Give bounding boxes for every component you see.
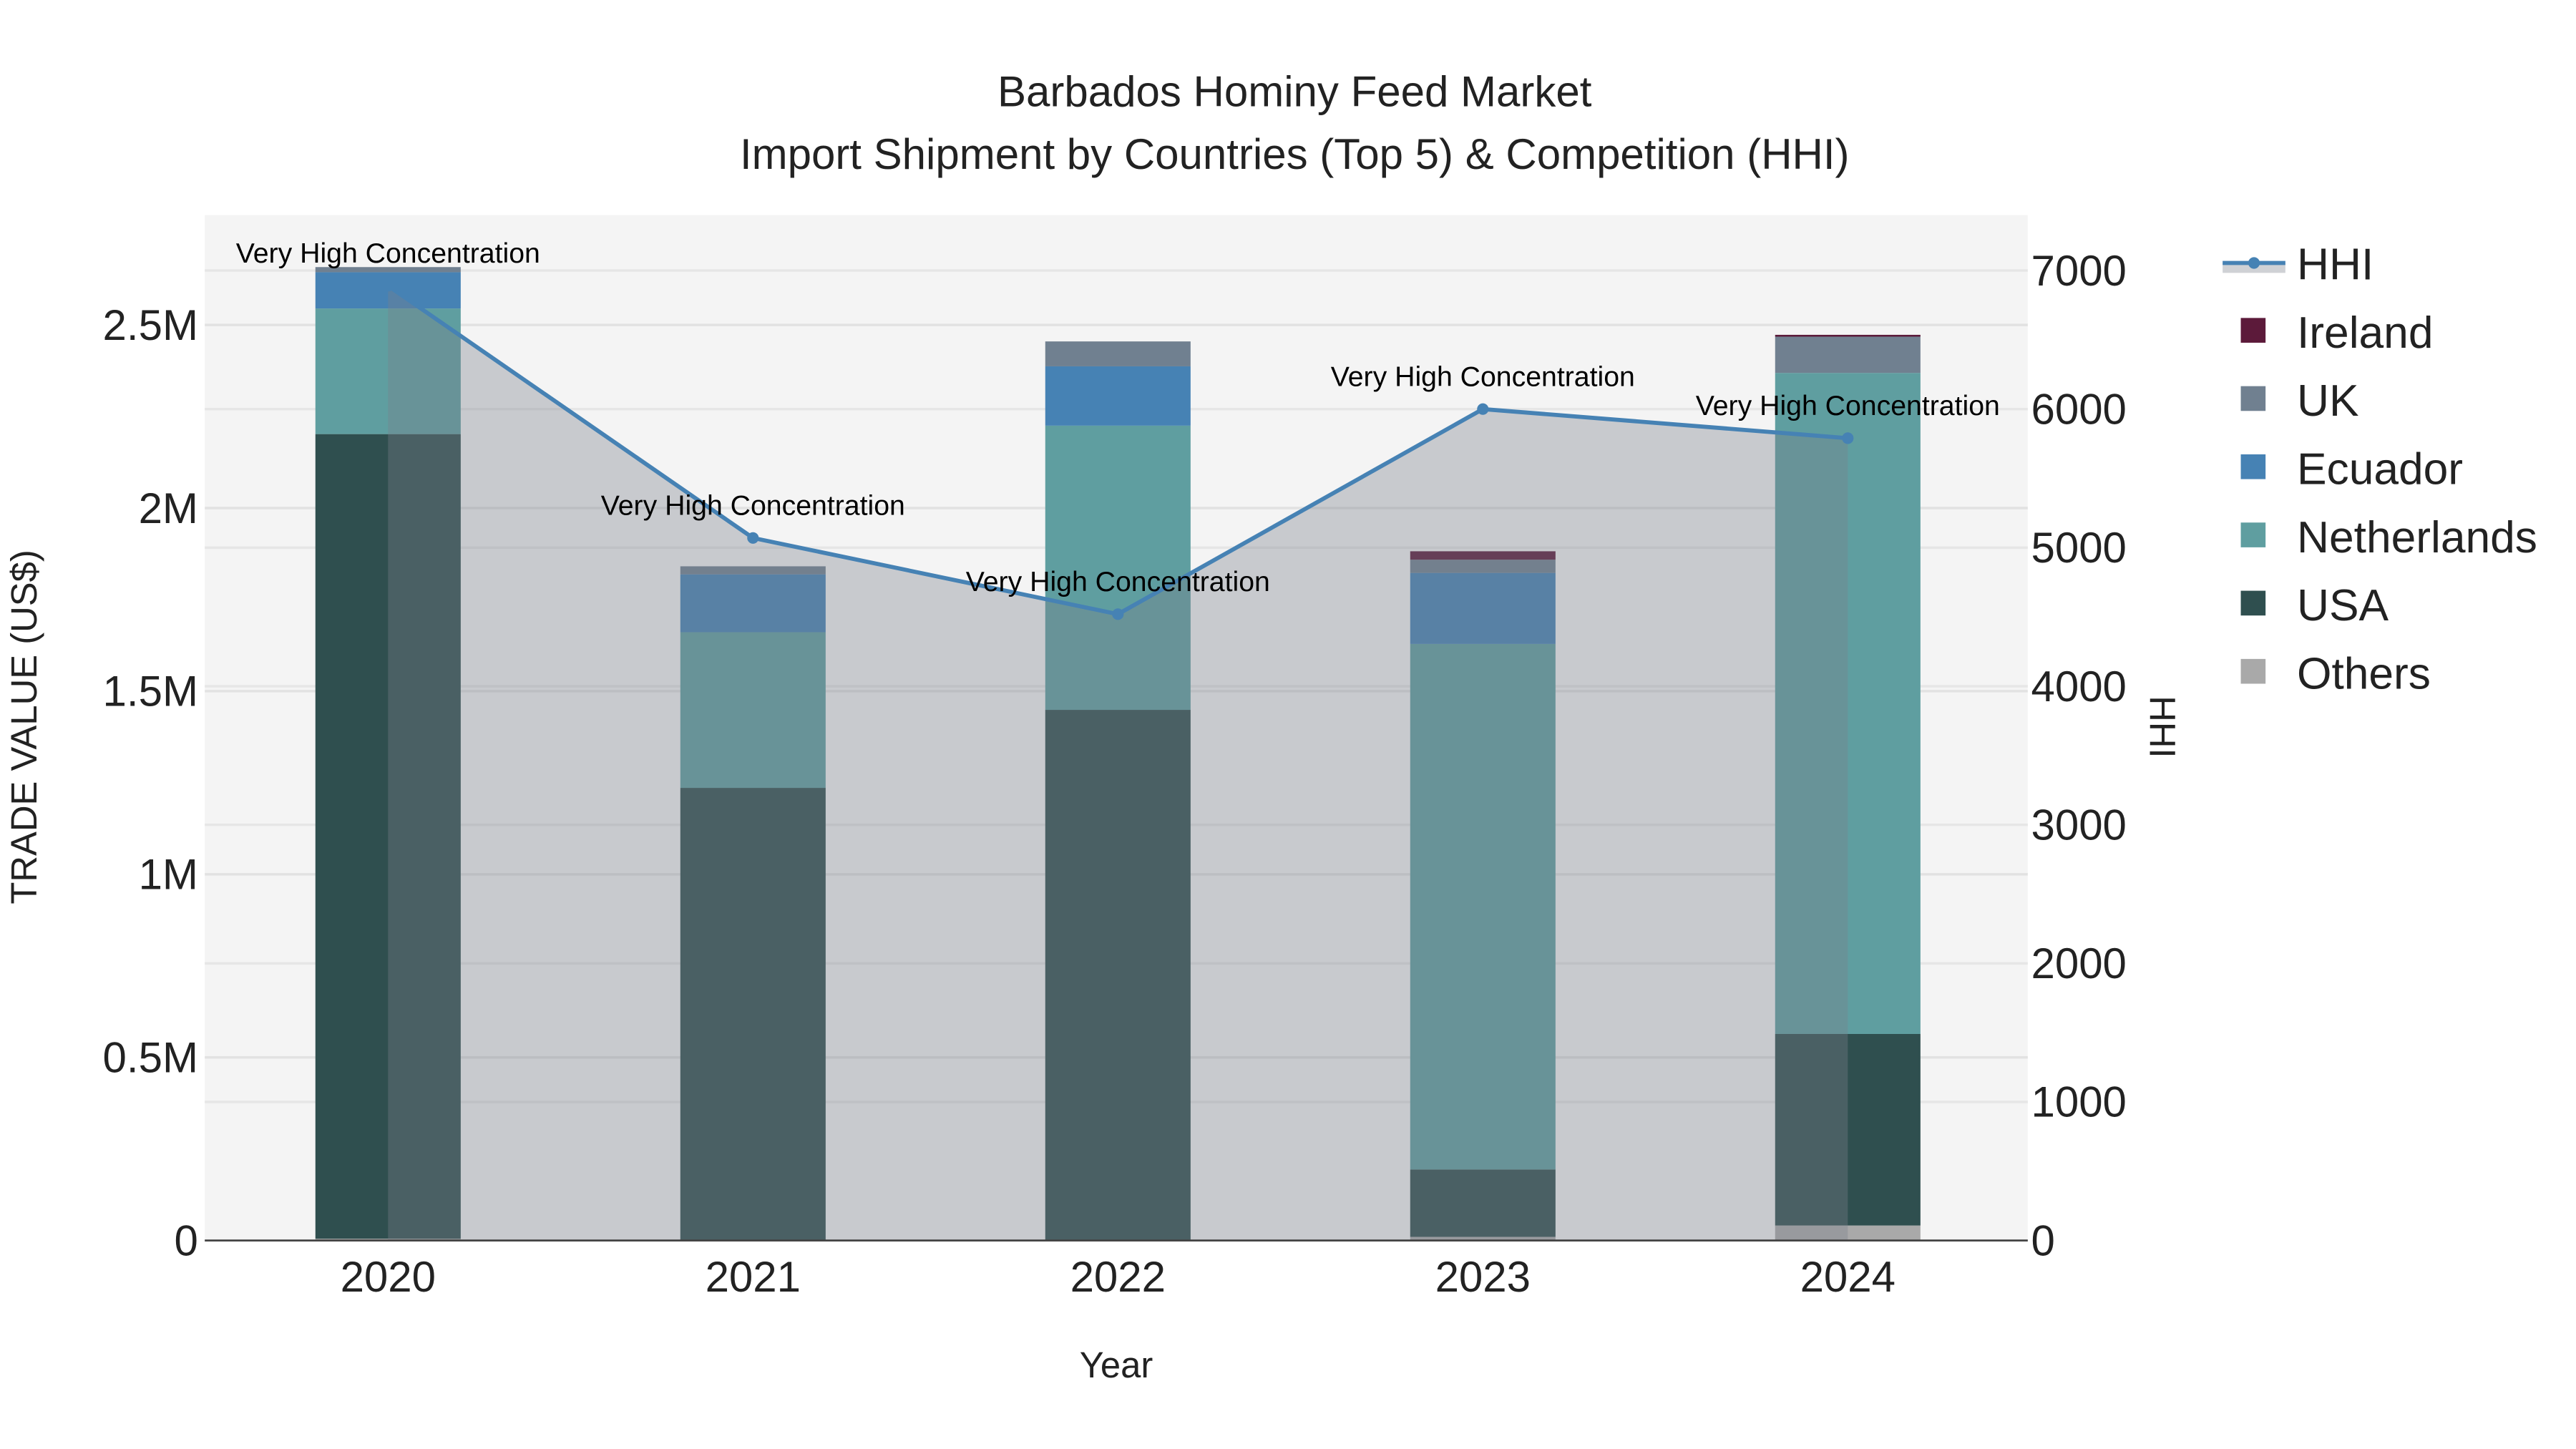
- legend-label: HHI: [2297, 240, 2373, 290]
- chart-subtitle: Import Shipment by Countries (Top 5) & C…: [740, 130, 1850, 178]
- legend-label: UK: [2297, 376, 2359, 426]
- x-tick-label: 2022: [1070, 1253, 1166, 1301]
- y2-tick-label: 7000: [2031, 247, 2126, 295]
- y-tick-label: 2M: [139, 484, 198, 532]
- legend-marker: [2248, 257, 2260, 269]
- y-axis-title: TRADE VALUE (US$): [4, 550, 44, 904]
- legend-swatch: [2240, 522, 2266, 547]
- y2-tick-label: 3000: [2031, 801, 2126, 849]
- hhi-annotation: Very High Concentration: [236, 238, 540, 269]
- legend-label: USA: [2297, 581, 2389, 630]
- hhi-point-2021: [747, 532, 759, 544]
- legend-swatch: [2240, 386, 2266, 411]
- bar-ecuador-2022: [1045, 366, 1191, 426]
- hhi-annotation: Very High Concentration: [1696, 390, 2000, 421]
- y2-axis-title: HHI: [2142, 696, 2183, 758]
- hhi-point-2020: [382, 280, 394, 292]
- y-tick-label: 0: [175, 1216, 198, 1264]
- bar-ireland-2024: [1775, 334, 1921, 337]
- x-tick-label: 2020: [341, 1253, 436, 1301]
- chart-title: Barbados Hominy Feed Market: [997, 67, 1592, 115]
- y2-tick-label: 1000: [2031, 1078, 2126, 1126]
- legend-label: Ecuador: [2297, 444, 2463, 494]
- hhi-point-2023: [1477, 403, 1489, 415]
- legend-label: Others: [2297, 649, 2431, 698]
- y2-tick-label: 4000: [2031, 663, 2126, 711]
- x-tick-label: 2021: [706, 1253, 801, 1301]
- legend-swatch: [2240, 454, 2266, 479]
- bar-uk-2022: [1045, 341, 1191, 366]
- y-tick-label: 2.5M: [103, 301, 198, 349]
- y2-tick-label: 0: [2031, 1216, 2054, 1264]
- legend-swatch: [2240, 590, 2266, 616]
- hhi-point-2024: [1842, 432, 1854, 444]
- chart: Very High Concentration Very High Concent…: [0, 0, 2576, 1449]
- x-tick-label: 2024: [1800, 1253, 1896, 1301]
- y-tick-label: 0.5M: [103, 1034, 198, 1082]
- y-tick-label: 1M: [139, 851, 198, 899]
- hhi-annotation: Very High Concentration: [601, 489, 905, 521]
- y2-tick-label: 2000: [2031, 940, 2126, 987]
- legend-swatch: [2240, 658, 2266, 684]
- legend-label: Ireland: [2297, 308, 2433, 358]
- bar-uk-2024: [1775, 336, 1921, 374]
- legend-label: Netherlands: [2297, 513, 2537, 562]
- hhi-point-2022: [1112, 608, 1124, 620]
- x-tick-label: 2023: [1435, 1253, 1531, 1301]
- y2-tick-label: 6000: [2031, 385, 2126, 433]
- y2-tick-label: 5000: [2031, 524, 2126, 572]
- legend-swatch: [2240, 318, 2266, 343]
- hhi-annotation: Very High Concentration: [966, 566, 1270, 597]
- y-tick-label: 1.5M: [103, 668, 198, 716]
- x-axis-title: Year: [1080, 1345, 1153, 1385]
- hhi-annotation: Very High Concentration: [1331, 361, 1635, 392]
